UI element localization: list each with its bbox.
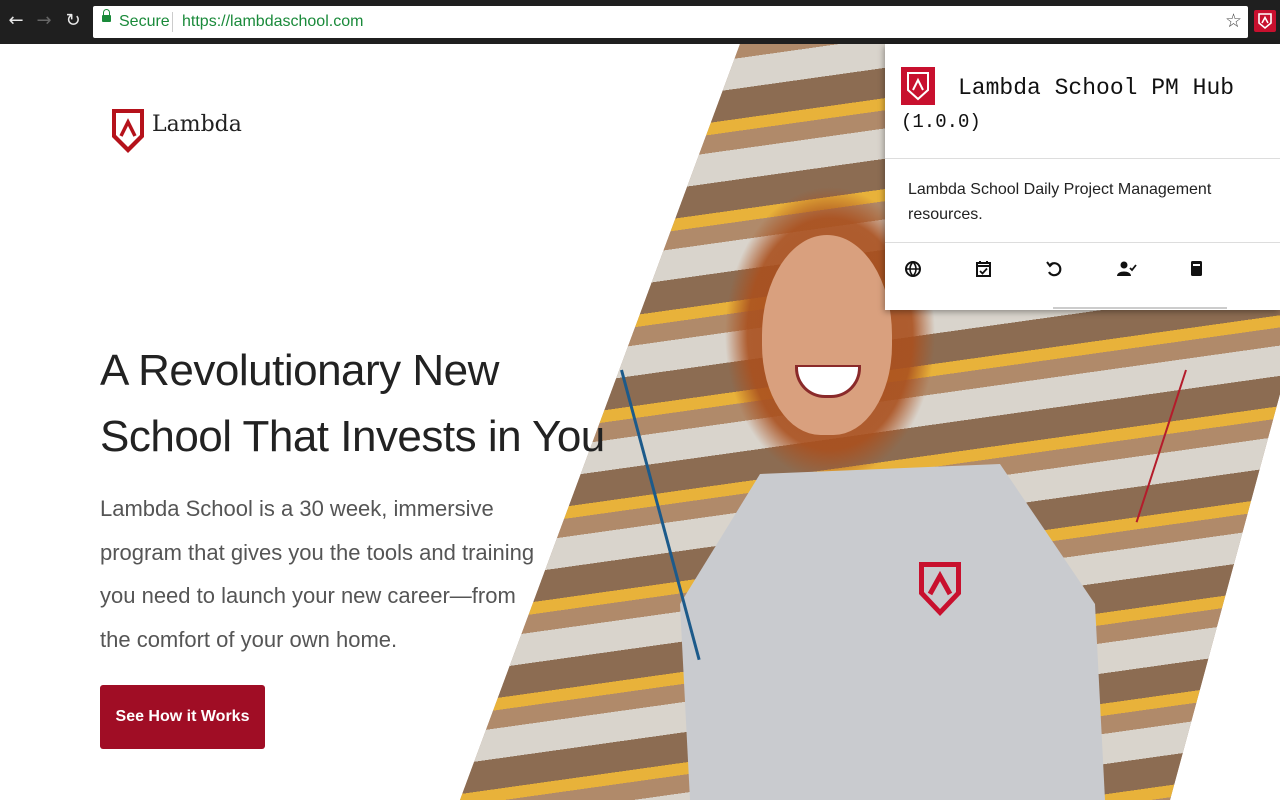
book-icon[interactable] xyxy=(1182,256,1210,282)
popup-description: Lambda School Daily Project Management r… xyxy=(908,181,1212,223)
reload-icon[interactable]: ↻ xyxy=(63,10,83,32)
bookmark-star-icon[interactable]: ☆ xyxy=(1225,10,1242,32)
lambda-shield-icon xyxy=(1258,13,1272,30)
user-check-icon[interactable] xyxy=(1112,256,1140,282)
hero-headline: A Revolutionary New School That Invests … xyxy=(100,346,605,461)
back-icon[interactable]: ← xyxy=(6,10,26,32)
globe-icon[interactable] xyxy=(899,256,927,282)
address-separator xyxy=(172,12,173,32)
logo-text[interactable]: Lambda xyxy=(152,112,242,137)
browser-toolbar: ← → ↻ Secure https://lambdaschool.com ☆ xyxy=(0,0,1280,44)
popup-title: Lambda School PM Hub xyxy=(958,75,1235,101)
lambda-logo-icon[interactable] xyxy=(110,107,146,155)
popup-version: (1.0.0) xyxy=(901,111,981,133)
hero-photo-face xyxy=(762,235,892,435)
undo-icon[interactable] xyxy=(1040,256,1068,282)
popup-divider xyxy=(885,158,1280,159)
secure-label: Secure xyxy=(119,13,170,30)
extension-button[interactable] xyxy=(1254,10,1276,32)
sweater-logo-icon xyxy=(919,562,961,616)
calendar-check-icon[interactable] xyxy=(969,256,997,282)
popup-divider xyxy=(885,242,1280,243)
url-text[interactable]: https://lambdaschool.com xyxy=(182,13,363,31)
lock-icon xyxy=(102,9,111,22)
hero-description: Lambda School is a 30 week, immersive pr… xyxy=(100,496,535,652)
extension-popup: Lambda School PM Hub (1.0.0) Lambda Scho… xyxy=(885,44,1280,310)
forward-icon[interactable]: → xyxy=(34,10,54,32)
pm-hub-logo-icon xyxy=(901,67,935,105)
address-bar[interactable]: Secure https://lambdaschool.com ☆ xyxy=(93,6,1248,38)
see-how-it-works-button[interactable]: See How it Works xyxy=(100,685,265,749)
active-tab-indicator xyxy=(1053,307,1227,309)
